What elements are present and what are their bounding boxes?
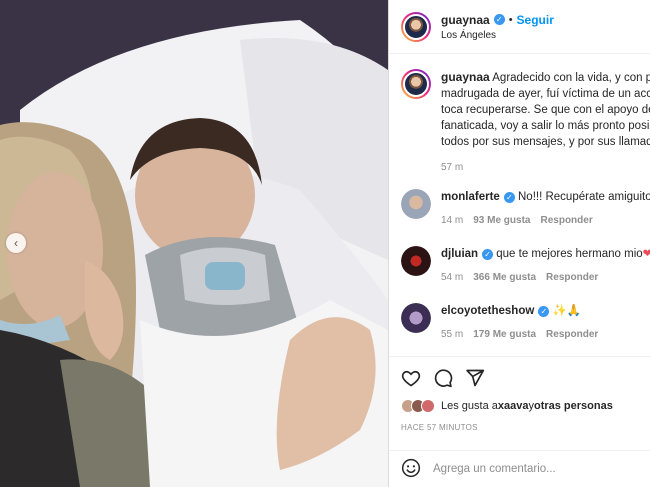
location-link[interactable]: Los Ángeles	[441, 30, 554, 41]
verified-icon: ✓	[482, 249, 494, 260]
share-icon[interactable]	[465, 368, 485, 388]
comment-likes[interactable]: 179 Me gusta	[473, 329, 536, 340]
likes-others[interactable]: otras personas	[534, 400, 613, 412]
likes-user[interactable]: xaava	[498, 400, 529, 412]
avatar[interactable]	[401, 189, 431, 219]
post-header: guaynaa ✓ • Seguir Los Ángeles	[389, 0, 650, 54]
heart-icon[interactable]	[401, 368, 421, 388]
post-sidebar: guaynaa ✓ • Seguir Los Ángeles guaynaa A…	[388, 0, 650, 487]
caption-text: todos por sus mensajes, y por sus llamad…	[441, 136, 650, 148]
post-photo: ‹	[0, 0, 388, 487]
chevron-left-icon: ‹	[14, 236, 18, 250]
add-comment-bar	[389, 450, 650, 487]
reply-button[interactable]: Responder	[540, 215, 592, 226]
verified-icon: ✓	[493, 14, 505, 25]
avatar[interactable]	[401, 69, 431, 99]
likes-summary: Les gusta a xaava y otras personas	[401, 399, 638, 413]
avatar[interactable]	[401, 11, 431, 42]
comment-time[interactable]: 54 m	[441, 272, 463, 283]
carousel-prev-button[interactable]: ‹	[6, 233, 26, 253]
comment-time[interactable]: 55 m	[441, 329, 463, 340]
likes-prefix: Les gusta a	[441, 400, 498, 412]
comment-text: que te mejores hermano mio	[496, 248, 643, 260]
emoji-icon[interactable]	[401, 458, 421, 481]
comment-text: No!!! Recupérate amiguito!	[518, 191, 650, 203]
follow-button[interactable]: Seguir	[517, 13, 554, 27]
post-time[interactable]: HACE 57 MINUTOS	[401, 423, 638, 432]
avatar	[421, 399, 435, 413]
comment-row: monlaferte ✓ No!!! Recupérate amiguito! 1…	[401, 189, 650, 246]
caption: guaynaa Agradecido con la vida, y con p …	[401, 69, 650, 189]
comment-likes[interactable]: 93 Me gusta	[473, 215, 530, 226]
comment-input[interactable]	[433, 463, 633, 475]
header-username[interactable]: guaynaa	[441, 13, 490, 27]
caption-text: toca recuperarse. Se que con el apoyo de…	[441, 104, 650, 116]
verified-icon: ✓	[538, 306, 550, 317]
caption-text: fanaticada, voy a salir lo más pronto po…	[441, 120, 650, 132]
comment-username[interactable]: elcoyotetheshow	[441, 305, 534, 317]
reply-button[interactable]: Responder	[546, 272, 598, 283]
caption-time[interactable]: 57 m	[441, 162, 463, 173]
caption-text: Agradecido con la vida, y con p	[492, 72, 650, 84]
comment-row: elcoyotetheshow ✓ ✨🙏 55 m 179 Me gusta Resp…	[401, 303, 650, 360]
post-actions: Les gusta a xaava y otras personas HACE …	[389, 356, 650, 432]
comment-username[interactable]: djluian	[441, 248, 478, 260]
caption-text: madrugada de ayer, fuí víctima de un acc…	[441, 88, 650, 100]
comments-list: guaynaa Agradecido con la vida, y con p …	[389, 55, 650, 355]
caption-username[interactable]: guaynaa	[441, 70, 490, 84]
verified-icon: ✓	[503, 192, 515, 203]
comment-username[interactable]: monlaferte	[441, 191, 500, 203]
post-photo-illustration	[0, 0, 388, 487]
liker-avatars	[401, 399, 435, 413]
comment-time[interactable]: 14 m	[441, 215, 463, 226]
reply-button[interactable]: Responder	[546, 329, 598, 340]
comment-row: djluian ✓ que te mejores hermano mio❤ 54 …	[401, 246, 650, 303]
separator-dot: •	[508, 13, 513, 26]
heart-emoji: ❤	[643, 248, 650, 260]
comment-likes[interactable]: 366 Me gusta	[473, 272, 536, 283]
comment-icon[interactable]	[433, 368, 453, 388]
avatar[interactable]	[401, 303, 431, 333]
avatar[interactable]	[401, 246, 431, 276]
comment-text: ✨🙏	[552, 305, 582, 317]
